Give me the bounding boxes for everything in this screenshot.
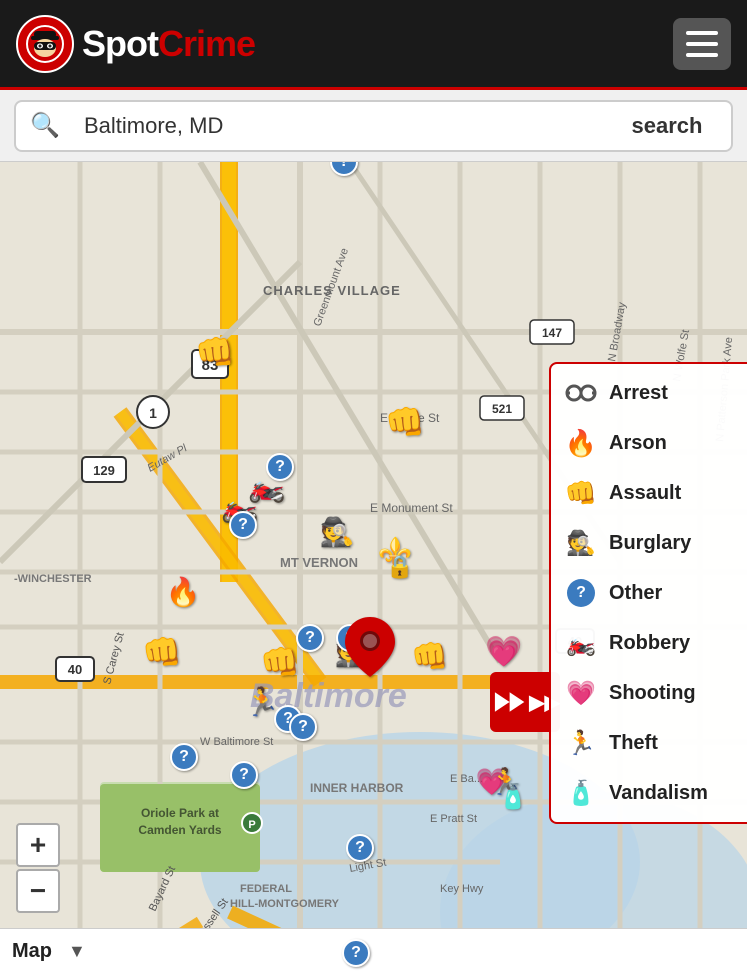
search-icon: 🔍: [14, 100, 74, 152]
robbery-icon: 🏍️: [563, 625, 599, 661]
svg-text:MT VERNON: MT VERNON: [280, 555, 358, 570]
burglary-icon: 🕵️: [563, 525, 599, 561]
shooting-label: Shooting: [609, 682, 696, 705]
other-question-6: ?: [230, 761, 258, 789]
burglary-marker-1[interactable]: 🕵️: [320, 516, 355, 549]
arson-marker-1[interactable]: 🔥: [166, 576, 201, 609]
vandalism-marker-1[interactable]: 🧴: [498, 783, 528, 812]
search-input[interactable]: [74, 100, 603, 152]
menu-line-3: [686, 53, 718, 57]
assault-marker-5[interactable]: 👊: [411, 640, 448, 675]
menu-line-1: [686, 31, 718, 35]
legend-panel: Arrest 🔥 Arson 👊 Assault 🕵️ Burglary ? O…: [549, 362, 747, 824]
svg-text:1: 1: [149, 405, 157, 421]
other-marker-10[interactable]: ?: [346, 834, 374, 862]
location-pin[interactable]: [345, 617, 395, 687]
legend-item-vandalism[interactable]: 🧴 Vandalism: [551, 768, 747, 818]
menu-line-2: [686, 42, 718, 46]
zoom-out-button[interactable]: −: [16, 869, 60, 913]
other-icon: ?: [563, 575, 599, 611]
legend-item-other[interactable]: ? Other: [551, 568, 747, 618]
other-marker-11[interactable]: ?: [342, 939, 370, 967]
legend-item-robbery[interactable]: 🏍️ Robbery: [551, 618, 747, 668]
other-question-8: ?: [289, 713, 317, 741]
app-header: SpotCrime: [0, 0, 747, 90]
assault-marker-3[interactable]: 👊: [142, 633, 182, 671]
map-type-label: Map: [12, 940, 52, 963]
search-button-label: search: [632, 113, 703, 138]
arson-icon: 🔥: [563, 425, 599, 461]
other-question-9: ?: [330, 162, 358, 176]
svg-text:129: 129: [93, 463, 115, 478]
svg-text:Camden Yards: Camden Yards: [138, 823, 221, 837]
svg-text:521: 521: [492, 402, 512, 416]
other-question-3: ?: [296, 624, 324, 652]
other-question-11: ?: [342, 939, 370, 967]
svg-text:-WINCHESTER: -WINCHESTER: [14, 573, 92, 585]
other-question-2: ?: [229, 511, 257, 539]
legend-item-assault[interactable]: 👊 Assault: [551, 468, 747, 518]
svg-text:E Pratt St: E Pratt St: [430, 813, 477, 825]
search-bar: 🔍 search: [0, 90, 747, 162]
other-marker-3[interactable]: ?: [296, 624, 324, 652]
svg-text:40: 40: [68, 662, 82, 677]
theft-icon: 🏃: [563, 725, 599, 761]
svg-text:CHARLES VILLAGE: CHARLES VILLAGE: [263, 283, 401, 298]
zoom-in-button[interactable]: +: [16, 823, 60, 867]
other-label: Other: [609, 582, 662, 605]
logo-icon: [16, 15, 74, 73]
logo-area: SpotCrime: [16, 15, 255, 73]
svg-text:Key Hwy: Key Hwy: [440, 883, 484, 895]
other-marker-1[interactable]: ?: [266, 453, 294, 481]
other-marker-9[interactable]: ?: [330, 162, 358, 176]
legend-item-burglary[interactable]: 🕵️ Burglary: [551, 518, 747, 568]
vandalism-icon: 🧴: [563, 775, 599, 811]
shooting-marker-1[interactable]: 💗: [485, 635, 522, 670]
svg-text:FEDERAL: FEDERAL: [240, 883, 292, 895]
map-type-dropdown-icon[interactable]: ▼: [68, 941, 86, 962]
svg-text:147: 147: [542, 326, 562, 340]
assault-marker-1[interactable]: 👊: [195, 333, 235, 371]
assault-marker-2[interactable]: 👊: [385, 403, 425, 441]
svg-text:W Baltimore St: W Baltimore St: [200, 736, 273, 748]
search-button[interactable]: search: [603, 100, 733, 152]
svg-text:INNER HARBOR: INNER HARBOR: [310, 781, 404, 795]
other-question-5: ?: [170, 743, 198, 771]
zoom-in-label: +: [30, 831, 46, 859]
assault-marker-4[interactable]: 👊: [260, 643, 300, 681]
assault-label: Assault: [609, 482, 681, 505]
other-marker-2[interactable]: ?: [229, 511, 257, 539]
other-marker-6[interactable]: ?: [230, 761, 258, 789]
shooting-icon: 💗: [563, 675, 599, 711]
assault-icon: 👊: [563, 475, 599, 511]
arrest-label: Arrest: [609, 382, 668, 405]
svg-text:P: P: [248, 819, 255, 831]
legend-item-shooting[interactable]: 💗 Shooting: [551, 668, 747, 718]
arson-label: Arson: [609, 432, 667, 455]
menu-button[interactable]: [673, 18, 731, 70]
other-marker-5[interactable]: ?: [170, 743, 198, 771]
zoom-controls: + −: [16, 823, 60, 913]
logo-text: SpotCrime: [82, 23, 255, 65]
legend-item-theft[interactable]: 🏃 Theft: [551, 718, 747, 768]
bottom-bar: Map ▼: [0, 928, 747, 973]
vandalism-label: Vandalism: [609, 782, 708, 805]
other-question-1: ?: [266, 453, 294, 481]
other-question-10: ?: [346, 834, 374, 862]
theft-label: Theft: [609, 732, 658, 755]
burglary-label: Burglary: [609, 532, 691, 555]
robbery-label: Robbery: [609, 632, 690, 655]
arrest-marker-2[interactable]: 🔒: [386, 554, 413, 580]
arrest-icon: [563, 375, 599, 411]
map-container[interactable]: 83 1 129 40 40 395 147 521 Oriole Park a…: [0, 162, 747, 973]
svg-text:E Monument St: E Monument St: [370, 501, 453, 515]
svg-text:Oriole Park at: Oriole Park at: [141, 806, 219, 820]
legend-item-arson[interactable]: 🔥 Arson: [551, 418, 747, 468]
svg-text:HILL-MONTGOMERY: HILL-MONTGOMERY: [230, 898, 340, 910]
legend-item-arrest[interactable]: Arrest: [551, 368, 747, 418]
zoom-out-label: −: [30, 877, 46, 905]
other-marker-8[interactable]: ?: [289, 713, 317, 741]
